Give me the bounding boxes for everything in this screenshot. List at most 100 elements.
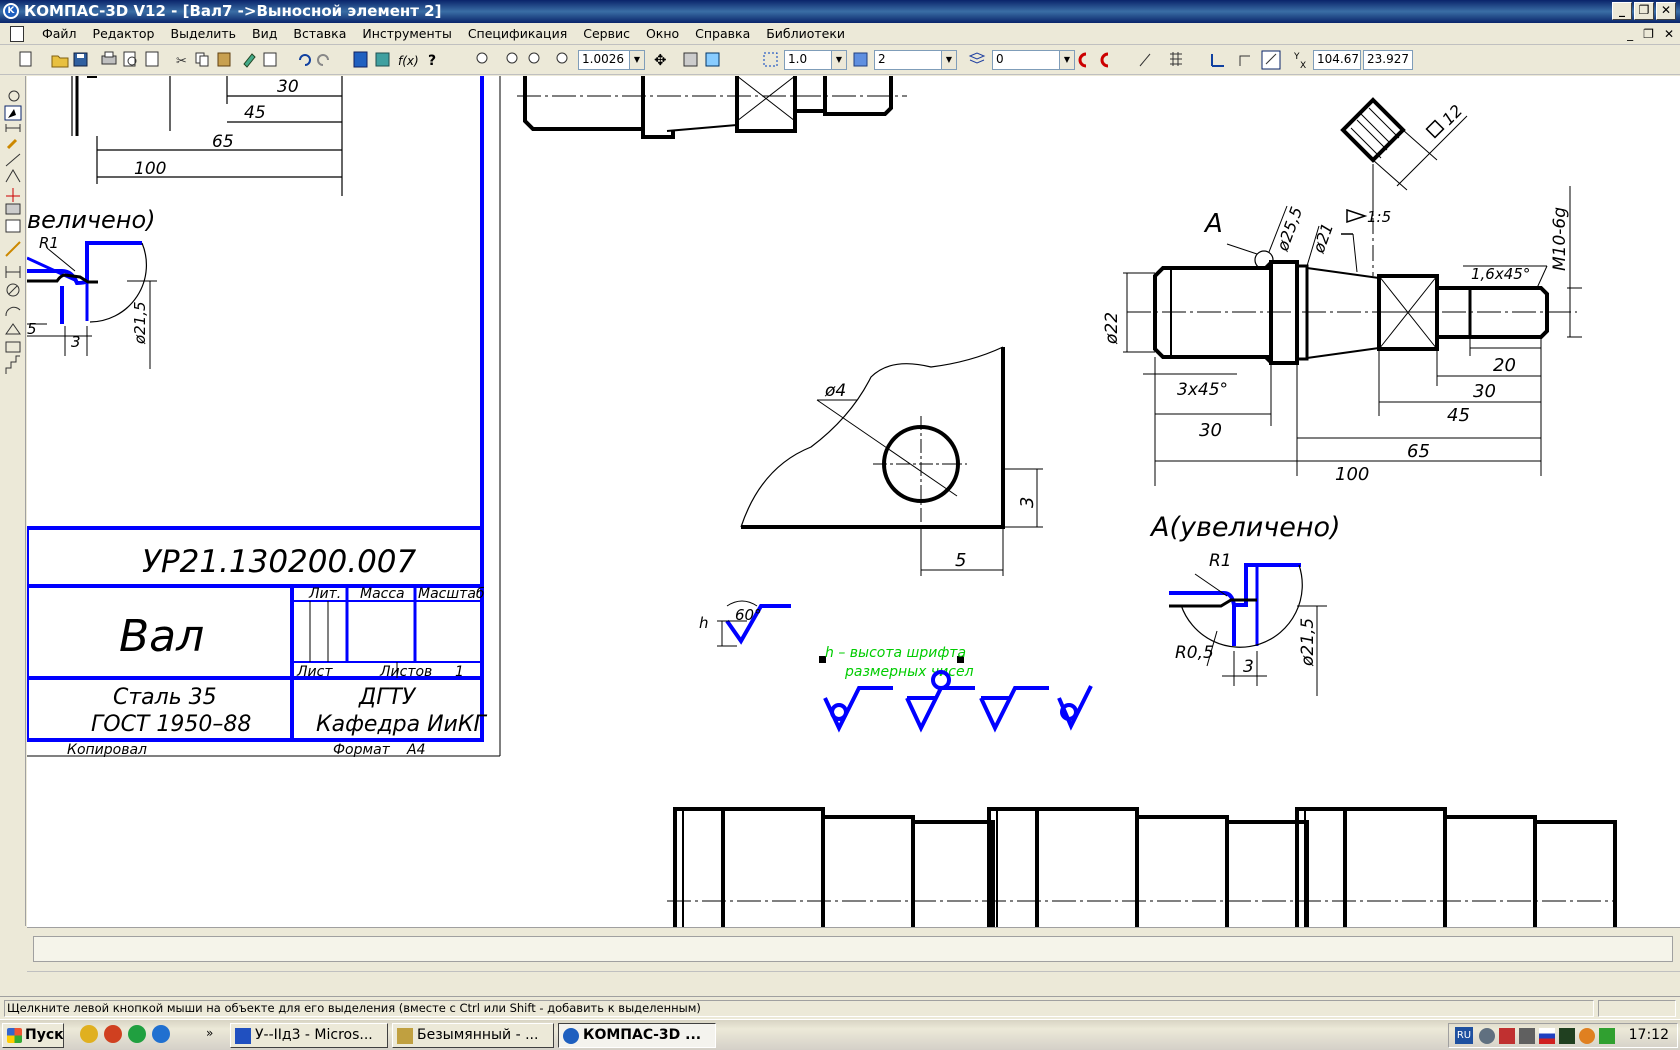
- menu-window[interactable]: Окно: [638, 26, 687, 41]
- language-indicator[interactable]: RU: [1455, 1027, 1473, 1044]
- menu-edit[interactable]: Редактор: [85, 26, 163, 41]
- menu-service[interactable]: Сервис: [575, 26, 638, 41]
- redo-icon[interactable]: [317, 54, 329, 66]
- quicklaunch-more-icon[interactable]: »: [206, 1026, 213, 1040]
- mdi-close-button[interactable]: ✕: [1664, 27, 1674, 41]
- zoom-dropdown[interactable]: ▼: [629, 50, 645, 70]
- menu-specification[interactable]: Спецификация: [460, 26, 575, 41]
- zoom-in-icon[interactable]: [506, 52, 518, 64]
- drawing-canvas[interactable]: 30 45 65 100 величено) R1 5 3 ø21,5 УР21…: [27, 76, 1680, 927]
- circle-measure-icon[interactable]: [6, 283, 20, 297]
- layer-icon[interactable]: [968, 52, 986, 64]
- redraw-icon[interactable]: [705, 52, 720, 67]
- tray-monitor-icon[interactable]: [1559, 1028, 1575, 1044]
- zoom-scale-icon[interactable]: [556, 52, 568, 64]
- help-pointer-icon[interactable]: ?: [428, 53, 436, 69]
- tray-flag-icon[interactable]: [1539, 1028, 1555, 1044]
- zoom-field[interactable]: 1.0026: [578, 50, 630, 70]
- print-icon[interactable]: [101, 51, 117, 65]
- document-icon[interactable]: [10, 26, 24, 42]
- tray-antivirus-icon[interactable]: [1499, 1028, 1515, 1044]
- style-dropdown[interactable]: ▼: [941, 50, 957, 70]
- quicklaunch-app-icon[interactable]: [80, 1025, 98, 1043]
- properties-icon[interactable]: [243, 53, 256, 68]
- angle-tool-icon[interactable]: [5, 169, 21, 183]
- quicklaunch-ie-icon[interactable]: [152, 1025, 170, 1043]
- property-panel-field[interactable]: [33, 936, 1673, 962]
- layer-dropdown[interactable]: ▼: [1059, 50, 1075, 70]
- menu-select[interactable]: Выделить: [163, 26, 245, 41]
- kompas-logo-icon[interactable]: K: [3, 3, 19, 19]
- close-button[interactable]: ✕: [1656, 2, 1676, 20]
- save-icon[interactable]: [73, 52, 88, 67]
- cut-icon[interactable]: ✂: [176, 54, 187, 69]
- coord-x-field[interactable]: 104.67: [1313, 50, 1361, 70]
- refresh-icon[interactable]: [683, 52, 698, 67]
- spec-tool-icon[interactable]: [5, 219, 21, 233]
- steps-tool-icon[interactable]: [5, 355, 20, 374]
- new-document-icon[interactable]: [19, 51, 32, 67]
- grid-step-icon[interactable]: [763, 52, 778, 67]
- arc-measure-icon[interactable]: [5, 306, 21, 317]
- mdi-restore-button[interactable]: ❐: [1643, 27, 1654, 41]
- tree-icon[interactable]: [375, 52, 390, 67]
- clock[interactable]: 17:12: [1629, 1027, 1669, 1043]
- param-tool-icon[interactable]: [5, 203, 21, 215]
- task-word[interactable]: У--IIд3 - Micros...: [230, 1023, 388, 1048]
- step-field[interactable]: 1.0: [784, 50, 832, 70]
- minimize-button[interactable]: _: [1612, 2, 1632, 20]
- dims-tool-icon[interactable]: [5, 124, 21, 132]
- menu-libraries[interactable]: Библиотеки: [758, 26, 853, 41]
- roughness-note-1[interactable]: h – высота шрифта: [825, 645, 966, 661]
- style-icon[interactable]: [853, 52, 868, 67]
- tray-update-icon[interactable]: [1579, 1028, 1595, 1044]
- ortho-icon[interactable]: [1239, 55, 1250, 66]
- step-dropdown[interactable]: ▼: [831, 50, 847, 70]
- roughness-note-2[interactable]: размерных чисел: [844, 664, 974, 680]
- layer-field[interactable]: 0: [992, 50, 1060, 70]
- paste-icon[interactable]: [217, 52, 231, 67]
- snap-magnet2-icon[interactable]: [1100, 52, 1109, 68]
- task-paint[interactable]: Безымянный - ...: [392, 1023, 554, 1048]
- snap-toggle-icon[interactable]: [1261, 50, 1281, 70]
- task-kompas[interactable]: КОМПАС-3D ...: [558, 1023, 716, 1048]
- open-icon[interactable]: [51, 55, 69, 68]
- coord-y-field[interactable]: 23.927: [1363, 50, 1413, 70]
- line-tool-icon[interactable]: [5, 153, 21, 167]
- mdi-minimize-button[interactable]: _: [1627, 27, 1633, 41]
- zoom-window-icon[interactable]: [476, 52, 488, 64]
- quicklaunch-browser-icon[interactable]: [104, 1025, 122, 1043]
- menu-tools[interactable]: Инструменты: [354, 26, 459, 41]
- tray-gear-icon[interactable]: [1479, 1028, 1495, 1044]
- zoom-out-icon[interactable]: [528, 52, 540, 64]
- tray-app-icon[interactable]: [1519, 1028, 1535, 1044]
- undo-icon[interactable]: [299, 54, 311, 66]
- start-button[interactable]: Пуск: [2, 1023, 64, 1048]
- style-field[interactable]: 2: [874, 50, 942, 70]
- menu-file[interactable]: Файл: [34, 26, 85, 41]
- pen-tool-icon[interactable]: [6, 138, 18, 150]
- list-icon[interactable]: [263, 52, 277, 67]
- paste-prev-icon[interactable]: [145, 51, 159, 67]
- snap-magnet-icon[interactable]: [1078, 52, 1087, 68]
- pan-icon[interactable]: ✥: [654, 51, 667, 69]
- menu-view[interactable]: Вид: [244, 26, 285, 41]
- distance-tool-icon[interactable]: [5, 266, 21, 278]
- restore-button[interactable]: ❐: [1634, 2, 1654, 20]
- measure-tool-icon[interactable]: [5, 241, 21, 257]
- local-cs-icon[interactable]: [1211, 54, 1224, 67]
- function-icon[interactable]: f(x): [398, 54, 419, 68]
- preview-icon[interactable]: [123, 51, 137, 67]
- tray-network-icon[interactable]: [1599, 1028, 1615, 1044]
- menu-help[interactable]: Справка: [687, 26, 758, 41]
- select-tool-icon[interactable]: [4, 105, 22, 121]
- menu-insert[interactable]: Вставка: [285, 26, 354, 41]
- area-tool-icon[interactable]: [5, 323, 21, 335]
- mass-tool-icon[interactable]: [5, 341, 21, 353]
- coords-icon[interactable]: YX: [1293, 52, 1306, 71]
- edit-tool-icon[interactable]: [6, 188, 20, 202]
- geometry-tool-icon[interactable]: [8, 90, 20, 102]
- copy-icon[interactable]: [195, 52, 209, 67]
- measure-icon[interactable]: [1139, 53, 1151, 67]
- grid-icon[interactable]: [1170, 52, 1182, 66]
